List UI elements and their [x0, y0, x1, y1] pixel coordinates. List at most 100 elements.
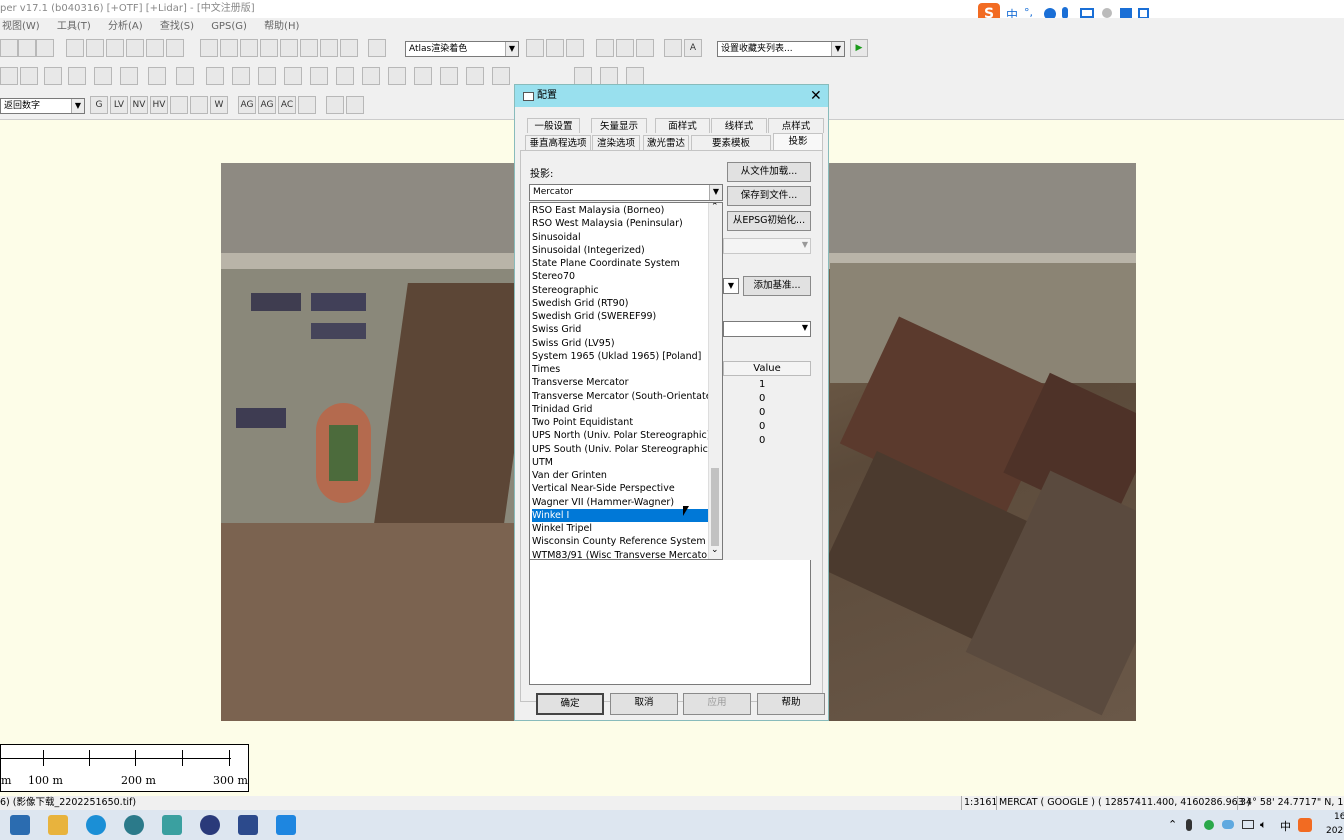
- ime-indicator[interactable]: 中: [1280, 818, 1291, 834]
- close-icon[interactable]: ✕: [810, 85, 822, 107]
- tab-vertical-datum[interactable]: 垂直高程选项: [525, 135, 591, 150]
- area-tool-icon[interactable]: [280, 39, 298, 57]
- projection-option[interactable]: Swedish Grid (RT90): [532, 297, 710, 310]
- hand-tool-icon[interactable]: [220, 39, 238, 57]
- wechat-icon[interactable]: [1204, 820, 1214, 830]
- zoom-out-icon[interactable]: [86, 39, 104, 57]
- home-icon[interactable]: [126, 39, 144, 57]
- reshape-icon[interactable]: [440, 67, 458, 85]
- cross-tool-icon[interactable]: [300, 39, 318, 57]
- elevation-select[interactable]: 返回数字 ▼: [0, 98, 85, 114]
- microphone-icon[interactable]: [1186, 819, 1192, 831]
- chevron-up-icon[interactable]: ⌃: [1168, 818, 1177, 831]
- projection-option[interactable]: Van der Grinten: [532, 469, 710, 482]
- digitize-area-icon[interactable]: [20, 67, 38, 85]
- keyboard-icon[interactable]: [1080, 8, 1094, 18]
- projection-option[interactable]: UPS South (Univ. Polar Stereographic): [532, 443, 710, 456]
- chevron-down-icon[interactable]: ▼: [802, 323, 808, 332]
- units-select[interactable]: ▼: [723, 321, 811, 337]
- chevron-down-icon[interactable]: ▼: [709, 185, 722, 200]
- measure-angle-icon[interactable]: [574, 67, 592, 85]
- user-icon[interactable]: [1102, 8, 1112, 18]
- projection-option[interactable]: Transverse Mercator: [532, 376, 710, 389]
- projection-option[interactable]: Times: [532, 363, 710, 376]
- ok-button[interactable]: 确定: [536, 693, 604, 715]
- projection-option[interactable]: Winkel Tripel: [532, 522, 710, 535]
- ac-label-icon[interactable]: AC: [278, 96, 296, 114]
- projection-option[interactable]: UTM: [532, 456, 710, 469]
- apply-button[interactable]: 应用: [683, 693, 751, 715]
- chevron-down-icon[interactable]: ▼: [831, 42, 844, 56]
- projection-option[interactable]: System 1965 (Uklad 1965) [Poland]: [532, 350, 710, 363]
- digitize-line-icon[interactable]: [44, 67, 62, 85]
- hand-pan-icon[interactable]: [368, 39, 386, 57]
- menu-item-analysis[interactable]: 分析(A): [108, 21, 143, 32]
- projection-option[interactable]: Sinusoidal (Integerized): [532, 244, 710, 257]
- cloud-icon[interactable]: [1222, 820, 1234, 829]
- we-label-icon[interactable]: W: [210, 96, 228, 114]
- chevron-down-icon[interactable]: ▼: [71, 99, 84, 113]
- people-icon[interactable]: [190, 96, 208, 114]
- menu-item-view[interactable]: 视图(W): [2, 21, 40, 32]
- menu-item-gps[interactable]: GPS(G): [211, 21, 247, 32]
- lv-label-icon[interactable]: LV: [110, 96, 128, 114]
- tab-projection[interactable]: 投影: [773, 133, 823, 150]
- scrollbar-thumb[interactable]: [711, 468, 719, 546]
- tab-point-style[interactable]: 点样式: [768, 118, 824, 133]
- join-line-icon[interactable]: [206, 67, 224, 85]
- volume-icon[interactable]: 🔈︎: [1260, 818, 1267, 832]
- projection-option[interactable]: Transverse Mercator (South-Orientated: [532, 390, 710, 403]
- menu-item-search[interactable]: 查找(S): [160, 21, 194, 32]
- tab-line-style[interactable]: 线样式: [711, 118, 767, 133]
- measure-path-icon[interactable]: [600, 67, 618, 85]
- chevron-down-icon[interactable]: ▼: [723, 278, 739, 294]
- rotate-feature-icon[interactable]: [258, 67, 276, 85]
- projection-option[interactable]: Trinidad Grid: [532, 403, 710, 416]
- calculator-icon[interactable]: [10, 815, 30, 835]
- list-scrollbar[interactable]: ⌃ ⌄: [708, 203, 722, 559]
- projection-option[interactable]: UPS North (Univ. Polar Stereographic): [532, 429, 710, 442]
- trace-icon[interactable]: [466, 67, 484, 85]
- shader-settings-icon[interactable]: [526, 39, 544, 57]
- terminal-app-icon[interactable]: [162, 815, 182, 835]
- full-view-icon[interactable]: [106, 39, 124, 57]
- init-from-epsg-button[interactable]: 从EPSG初始化...: [727, 211, 811, 231]
- open-icon[interactable]: [0, 39, 18, 57]
- play-icon[interactable]: ▶: [850, 39, 868, 57]
- projection-option[interactable]: Sinusoidal: [532, 231, 710, 244]
- scissors-icon[interactable]: [326, 96, 344, 114]
- menu-item-help[interactable]: 帮助(H): [264, 21, 299, 32]
- label-edit-icon[interactable]: [298, 96, 316, 114]
- measure-area-icon[interactable]: [626, 67, 644, 85]
- chevron-down-icon[interactable]: ⌄: [711, 545, 719, 555]
- ag-alt-label-icon[interactable]: AG: [258, 96, 276, 114]
- dialog-title-bar[interactable]: 配置 ✕: [515, 85, 828, 107]
- projection-option[interactable]: Stereographic: [532, 284, 710, 297]
- building-icon[interactable]: [170, 96, 188, 114]
- tab-lidar[interactable]: 激光雷达: [643, 135, 689, 150]
- globe-app-icon[interactable]: [200, 815, 220, 835]
- tab-area-style[interactable]: 面样式: [655, 118, 710, 133]
- info-tool-icon[interactable]: [260, 39, 278, 57]
- buffer-icon[interactable]: [362, 67, 380, 85]
- funnel-icon[interactable]: [340, 39, 358, 57]
- edge-browser-icon[interactable]: [86, 815, 106, 835]
- move-feature-icon[interactable]: [284, 67, 302, 85]
- search-app-icon[interactable]: [124, 815, 144, 835]
- combine-icon[interactable]: [388, 67, 406, 85]
- projection-option[interactable]: State Plane Coordinate System: [532, 257, 710, 270]
- zoom-in-icon[interactable]: [66, 39, 84, 57]
- config-dialog[interactable]: 配置 ✕ 一般设置 矢量显示 面样式 线样式 点样式 垂直高程选项 渲染选项 激…: [514, 84, 829, 721]
- close-data-icon[interactable]: [36, 39, 54, 57]
- scale-feature-icon[interactable]: [310, 67, 328, 85]
- offset-icon[interactable]: [336, 67, 354, 85]
- digitize-circle-icon[interactable]: [94, 67, 112, 85]
- projection-select[interactable]: Mercator ▼: [529, 184, 723, 201]
- vertex-edit-icon[interactable]: [148, 67, 166, 85]
- projection-option[interactable]: Stereo70: [532, 270, 710, 283]
- pointer-tool-icon[interactable]: [200, 39, 218, 57]
- save-to-file-button[interactable]: 保存到文件...: [727, 186, 811, 206]
- digitize-grid-icon[interactable]: [120, 67, 138, 85]
- smooth-line-icon[interactable]: [232, 67, 250, 85]
- shader-lights-icon[interactable]: [546, 39, 564, 57]
